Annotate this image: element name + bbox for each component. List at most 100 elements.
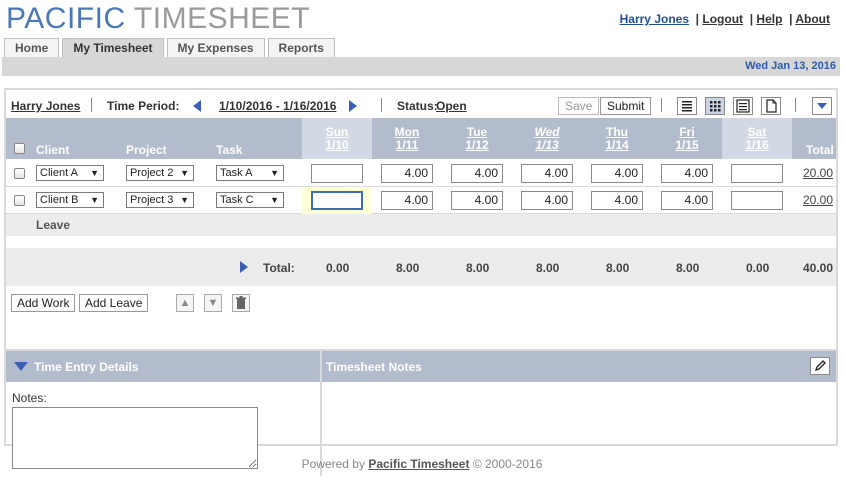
day-header-sun[interactable]: Sun 1/10: [302, 118, 372, 159]
day-header-sat[interactable]: Sat 1/16: [722, 118, 792, 159]
top-links: Harry Jones | Logout | Help | About: [619, 12, 830, 26]
table-row: Client B ▼ Project 3 ▼ Task C ▼ 4.00 4.00 4…: [6, 188, 836, 214]
expand-totals-icon[interactable]: [240, 261, 248, 273]
client-header: Client: [36, 143, 70, 157]
collapse-menu-icon[interactable]: [812, 97, 832, 115]
select-all-checkbox[interactable]: [14, 143, 25, 154]
date-bar: Wed Jan 13, 2016: [2, 57, 840, 76]
day-header-mon[interactable]: Mon 1/11: [372, 118, 442, 159]
save-button[interactable]: Save: [558, 97, 600, 115]
row-checkbox[interactable]: [14, 168, 25, 179]
hours-input-sat[interactable]: [731, 191, 783, 210]
day-total-mon: 8.00: [396, 261, 420, 275]
day-total-wed: 8.00: [536, 261, 560, 275]
hours-input-thu[interactable]: 4.00: [591, 191, 643, 210]
bottom-panels: Time Entry Details Timesheet Notes Notes…: [6, 349, 836, 476]
row-checkbox[interactable]: [14, 195, 25, 206]
prev-period-icon[interactable]: [193, 100, 201, 112]
about-link[interactable]: About: [795, 12, 830, 26]
hours-input-sun[interactable]: [311, 191, 363, 210]
hours-input-tue[interactable]: 4.00: [451, 191, 503, 210]
task-header: Task: [216, 143, 243, 157]
time-entry-details-title: Time Entry Details: [34, 360, 139, 374]
add-leave-button[interactable]: Add Leave: [79, 294, 149, 312]
document-icon[interactable]: [761, 97, 781, 115]
hours-input-wed[interactable]: 4.00: [521, 191, 573, 210]
detail-view-icon[interactable]: [733, 97, 753, 115]
logout-link[interactable]: Logout: [702, 12, 743, 26]
footer: Powered by Pacific Timesheet © 2000-2016: [301, 457, 543, 471]
current-date: Wed Jan 13, 2016: [745, 60, 836, 72]
main-tabs: Home My Timesheet My Expenses Reports: [4, 38, 335, 57]
client-select[interactable]: Client B ▼: [36, 192, 104, 208]
timesheet-notes-title: Timesheet Notes: [326, 360, 422, 374]
grand-total: 40.00: [803, 261, 834, 275]
timesheet-panel: Harry Jones Time Period: 1/10/2016 - 1/1…: [4, 88, 838, 476]
list-view-icon[interactable]: [677, 97, 697, 115]
total-label: Total:: [263, 261, 295, 275]
tab-my-expenses[interactable]: My Expenses: [166, 38, 265, 57]
row-total[interactable]: 20.00: [803, 193, 833, 207]
task-select[interactable]: Task C ▼: [216, 192, 284, 208]
grid-view-icon[interactable]: [705, 97, 725, 115]
next-period-icon[interactable]: [349, 100, 357, 112]
timesheet-toolbar: Harry Jones Time Period: 1/10/2016 - 1/1…: [11, 96, 832, 116]
hours-input-mon[interactable]: 4.00: [381, 191, 433, 210]
app-logo: PACIFIC TIMESHEET: [6, 3, 310, 35]
project-select[interactable]: Project 3 ▼: [126, 192, 194, 208]
hours-input-fri[interactable]: 4.00: [661, 191, 713, 210]
timesheet-notes-header: Timesheet Notes: [322, 351, 836, 382]
day-header-thu[interactable]: Thu 1/14: [582, 118, 652, 159]
submit-button[interactable]: Submit: [600, 97, 652, 115]
hours-input-sun[interactable]: [311, 164, 363, 183]
toolbar-divider: [661, 98, 662, 112]
logo-part-1: PACIFIC: [6, 2, 126, 35]
hours-input-wed[interactable]: 4.00: [521, 164, 573, 183]
day-header-tue[interactable]: Tue 1/12: [442, 118, 512, 159]
edit-icon[interactable]: [810, 357, 830, 375]
hours-input-thu[interactable]: 4.00: [591, 164, 643, 183]
day-header-fri[interactable]: Fri 1/15: [652, 118, 722, 159]
logo-part-2: TIMESHEET: [133, 2, 311, 35]
status-link[interactable]: Open: [436, 99, 467, 113]
delete-icon[interactable]: [232, 294, 250, 312]
row-total[interactable]: 20.00: [803, 166, 833, 180]
client-select[interactable]: Client A ▼: [36, 165, 104, 181]
hours-input-tue[interactable]: 4.00: [451, 164, 503, 183]
project-header: Project: [126, 143, 167, 157]
day-total-sat: 0.00: [746, 261, 770, 275]
tab-reports[interactable]: Reports: [267, 38, 335, 57]
period-label: Time Period:: [107, 99, 180, 113]
day-total-fri: 8.00: [676, 261, 700, 275]
move-up-icon[interactable]: ▲: [176, 294, 194, 312]
grid-header: Client Project Task Sun 1/10 Mon 1/11 Tue 1…: [6, 118, 836, 159]
notes-label: Notes:: [12, 391, 47, 405]
toolbar-divider: [795, 98, 796, 112]
tab-my-timesheet[interactable]: My Timesheet: [62, 38, 164, 57]
hours-input-fri[interactable]: 4.00: [661, 164, 713, 183]
user-link[interactable]: Harry Jones: [620, 12, 689, 26]
day-total-sun: 0.00: [326, 261, 350, 275]
leave-section: Leave: [6, 214, 836, 236]
employee-link[interactable]: Harry Jones: [11, 99, 80, 113]
status-label: Status:: [397, 99, 438, 113]
add-work-button[interactable]: Add Work: [11, 294, 76, 312]
toolbar-divider: [91, 98, 92, 112]
hours-input-sat[interactable]: [731, 164, 783, 183]
collapse-icon: [14, 362, 28, 371]
period-link[interactable]: 1/10/2016 - 1/16/2016: [219, 99, 336, 113]
time-entry-details-header[interactable]: Time Entry Details: [6, 351, 320, 382]
pacific-timesheet-link[interactable]: Pacific Timesheet: [368, 457, 469, 471]
total-header: Total: [806, 143, 834, 157]
task-select[interactable]: Task A ▼: [216, 165, 284, 181]
project-select[interactable]: Project 2 ▼: [126, 165, 194, 181]
leave-label: Leave: [36, 218, 71, 232]
day-total-thu: 8.00: [606, 261, 630, 275]
toolbar-divider: [381, 98, 382, 112]
totals-row: Total: 0.00 8.00 8.00 8.00 8.00 8.00 0.0…: [6, 248, 836, 286]
day-header-wed[interactable]: Wed 1/13: [512, 118, 582, 159]
tab-home[interactable]: Home: [4, 38, 60, 57]
hours-input-mon[interactable]: 4.00: [381, 164, 433, 183]
move-down-icon[interactable]: ▼: [204, 294, 222, 312]
help-link[interactable]: Help: [756, 12, 782, 26]
